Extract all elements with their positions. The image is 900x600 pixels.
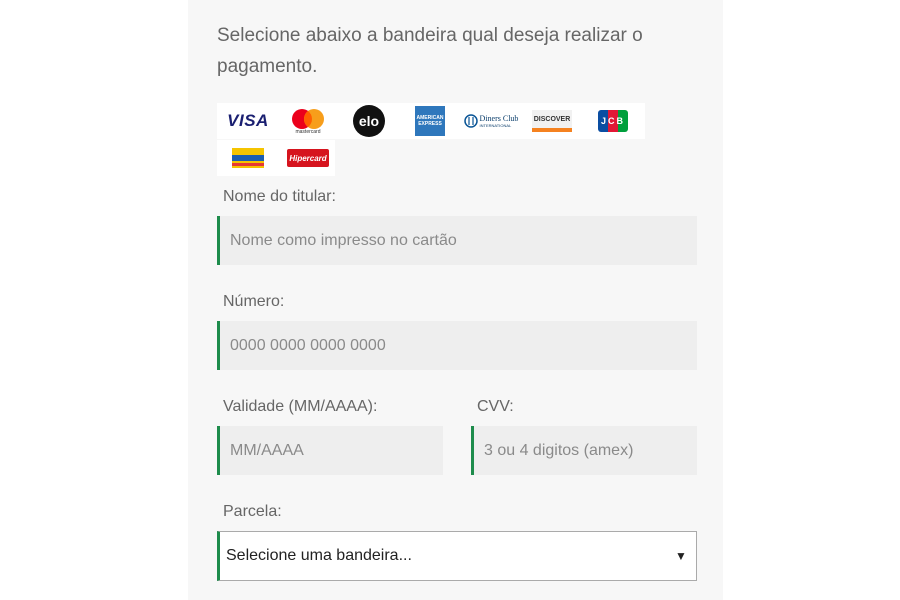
visa-logo[interactable]: VISA: [220, 106, 276, 136]
instruction-line-2: pagamento.: [217, 56, 318, 77]
brand-row-1: VISA mastercard elo AMERICAN EXPRESS Din…: [217, 103, 645, 139]
discover-logo[interactable]: DISCOVER: [524, 106, 580, 136]
diners-club-logo[interactable]: Diners Club INTERNATIONAL: [463, 106, 519, 136]
mastercard-logo[interactable]: mastercard: [280, 106, 336, 136]
discover-icon: DISCOVER: [532, 110, 572, 132]
hipercard-logo[interactable]: Hipercard: [280, 143, 336, 173]
diners-club-icon: [463, 114, 478, 128]
cvv-input[interactable]: [471, 426, 697, 475]
brand-row-2: Hipercard: [217, 140, 335, 176]
elo-logo-text: elo: [358, 113, 380, 129]
jcb-logo-text: JCB: [600, 116, 625, 126]
jcb-icon: JCB: [598, 110, 628, 132]
banese-card-logo[interactable]: [220, 143, 276, 173]
instruction-text: Selecione abaixo a bandeira qual deseja …: [217, 20, 687, 82]
card-number-label: Número:: [223, 293, 285, 310]
mastercard-caption: mastercard: [295, 128, 321, 135]
expiry-input[interactable]: [217, 426, 443, 475]
amex-logo-line-2: EXPRESS: [418, 121, 442, 127]
diners-club-sub: INTERNATIONAL: [479, 123, 512, 128]
expiry-label: Validade (MM/AAAA):: [223, 398, 378, 415]
installments-select[interactable]: Selecione uma bandeira... ▼: [217, 531, 697, 581]
installments-select-value: Selecione uma bandeira...: [226, 547, 412, 564]
cvv-label: CVV:: [477, 398, 514, 415]
diners-club-name: Diners Club: [479, 114, 519, 123]
installments-label: Parcela:: [223, 503, 282, 520]
mastercard-icon: [292, 108, 324, 129]
holder-name-input[interactable]: [217, 216, 697, 265]
instruction-line-1: Selecione abaixo a bandeira qual deseja …: [217, 25, 643, 46]
caret-down-icon: ▼: [675, 549, 687, 563]
amex-icon: AMERICAN EXPRESS: [415, 106, 445, 136]
discover-logo-text: DISCOVER: [533, 115, 571, 123]
hipercard-icon: Hipercard: [287, 149, 329, 167]
amex-logo[interactable]: AMERICAN EXPRESS: [402, 106, 458, 136]
holder-name-label: Nome do titular:: [223, 188, 336, 205]
visa-logo-text: VISA: [227, 111, 269, 130]
hipercard-logo-text: Hipercard: [289, 153, 327, 163]
card-brand-logos: VISA mastercard elo AMERICAN EXPRESS Din…: [217, 103, 645, 176]
banese-card-icon: [232, 148, 264, 168]
elo-icon: elo: [353, 105, 385, 137]
elo-logo[interactable]: elo: [341, 105, 397, 137]
card-number-input[interactable]: [217, 321, 697, 370]
jcb-logo[interactable]: JCB: [585, 106, 641, 136]
diners-club-text: Diners Club INTERNATIONAL: [480, 114, 519, 128]
